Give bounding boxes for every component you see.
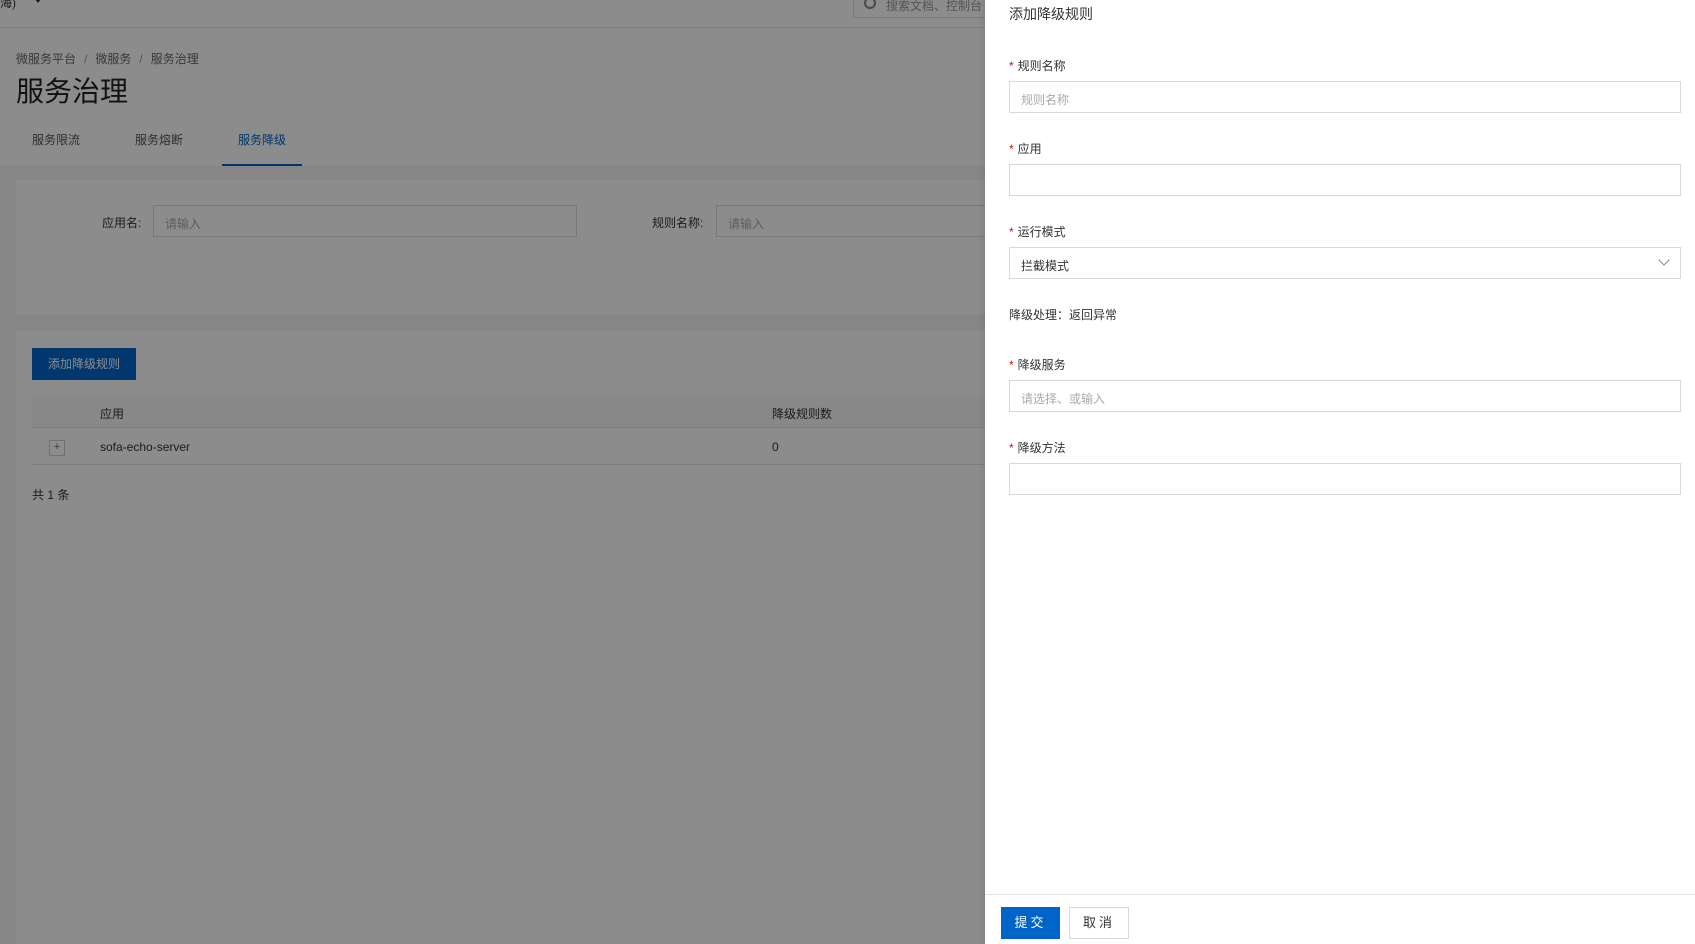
cancel-button[interactable]: 取消 [1069,907,1129,939]
required-mark: * [1009,59,1014,73]
submit-button[interactable]: 提交 [1001,907,1060,939]
required-mark: * [1009,142,1014,156]
required-mark: * [1009,358,1014,372]
app-input[interactable] [1009,164,1681,196]
degrade-handling-text: 降级处理：返回异常 [1009,308,1118,322]
required-mark: * [1009,225,1014,239]
required-mark: * [1009,441,1014,455]
degrade-method-label: * 降级方法 [1009,441,1066,455]
run-mode-value: 拦截模式 [1021,259,1070,273]
rule-name-input[interactable]: 规则名称 [1009,81,1681,113]
chevron-down-icon [1658,254,1670,266]
app-label: * 应用 [1009,142,1042,156]
rule-name-label: * 规则名称 [1009,59,1066,73]
degrade-service-input[interactable]: 请选择、或输入 [1009,380,1681,412]
add-degrade-rule-drawer: 添加降级规则 * 规则名称 规则名称 * 应用 * 运行模式 拦截模式 降级处理：返回… [985,0,1695,944]
run-mode-label: * 运行模式 [1009,225,1066,239]
drawer-footer: 提交 取消 [985,894,1695,944]
rule-name-placeholder: 规则名称 [1021,93,1070,107]
degrade-service-label: * 降级服务 [1009,358,1066,372]
degrade-method-input[interactable] [1009,463,1681,495]
run-mode-select[interactable]: 拦截模式 [1009,247,1681,279]
drawer-title: 添加降级规则 [1009,6,1093,22]
degrade-service-placeholder: 请选择、或输入 [1021,392,1106,406]
